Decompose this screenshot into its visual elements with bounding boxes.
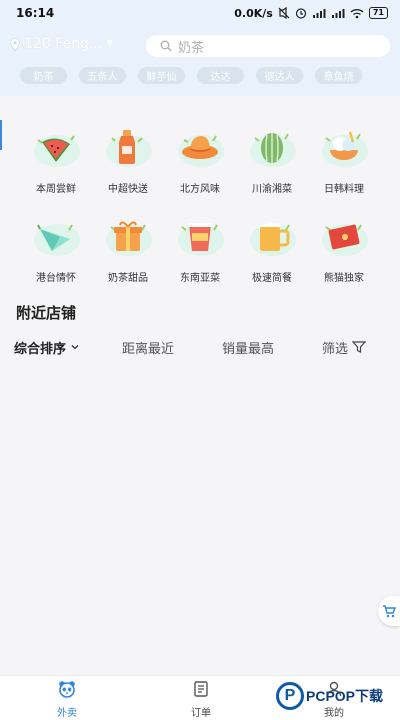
category-label: 川渝湘菜 <box>252 184 292 195</box>
hot-search-chip[interactable]: 章鱼烧 <box>315 67 362 84</box>
watermark-text: PCPOP下载 <box>306 688 384 704</box>
watermark-p-icon: P <box>276 682 304 710</box>
order-list-icon <box>194 681 208 697</box>
cart-icon <box>383 605 396 618</box>
tab-orders-label: 订单 <box>191 708 211 719</box>
network-speed: 0.0K/s <box>234 6 273 20</box>
category-label: 北方风味 <box>180 184 220 195</box>
icecream-icon <box>322 131 368 167</box>
category-item[interactable]: 熊猫独家 <box>308 213 380 284</box>
tab-orders[interactable]: 订单 <box>171 680 231 719</box>
category-item[interactable]: 港台情怀 <box>20 213 92 284</box>
edge-accent <box>0 120 2 150</box>
category-item[interactable]: 川渝湘菜 <box>236 124 308 195</box>
search-icon <box>160 40 172 52</box>
sort-comprehensive[interactable]: 综合排序 <box>14 338 80 357</box>
category-label: 熊猫独家 <box>324 273 364 284</box>
filter-button[interactable]: 筛选 <box>322 338 367 357</box>
filter-label: 筛选 <box>322 341 349 357</box>
category-label: 奶茶甜品 <box>108 273 148 284</box>
header: 16:14 0.0K/s 71 120 Feng... ▼ 奶茶 奶茶 五条人 … <box>0 0 400 96</box>
sort-distance-label: 距离最近 <box>122 341 175 357</box>
nearby-title: 附近店铺 <box>16 304 77 322</box>
hot-search-chip[interactable]: 鲜芋仙 <box>138 67 185 84</box>
panda-icon <box>59 681 75 698</box>
hat-icon <box>178 135 224 167</box>
category-label: 极速简餐 <box>252 273 292 284</box>
hot-search-chip[interactable]: 奶茶 <box>20 67 67 84</box>
hot-search-chip[interactable]: 五条人 <box>79 67 126 84</box>
category-item[interactable]: 奶茶甜品 <box>92 213 164 284</box>
category-label: 本周尝鲜 <box>36 184 76 195</box>
beer-icon <box>250 222 296 256</box>
category-grid: 本周尝鲜 中超快送 北方风味 川渝湘菜 日韩料理 港台情怀 奶茶甜品 东南亚菜 … <box>20 124 380 284</box>
umbrella-icon <box>34 224 80 256</box>
watermelon-icon <box>34 135 80 167</box>
hot-search-chip[interactable]: 德达人 <box>256 67 303 84</box>
hot-search-chip[interactable]: 达达 <box>197 67 244 84</box>
signal-icon <box>331 8 345 18</box>
category-item[interactable]: 东南亚菜 <box>164 213 236 284</box>
location-selector[interactable]: 120 Feng... ▼ <box>10 36 140 52</box>
watermark-logo: P PCPOP下载 <box>276 682 383 710</box>
category-item[interactable]: 日韩料理 <box>308 124 380 195</box>
bottle-icon <box>106 130 152 167</box>
category-item[interactable]: 本周尝鲜 <box>20 124 92 195</box>
chevron-down-icon <box>71 345 79 350</box>
hot-search-chips: 奶茶 五条人 鲜芋仙 达达 德达人 章鱼烧 <box>20 67 362 84</box>
cart-float-button[interactable] <box>378 596 400 626</box>
mute-icon <box>278 7 290 19</box>
category-label: 中超快送 <box>108 184 148 195</box>
sort-comprehensive-label: 综合排序 <box>14 341 67 357</box>
sort-sales[interactable]: 销量最高 <box>222 338 274 357</box>
tab-takeout-label: 外卖 <box>57 708 77 719</box>
melon-icon <box>250 133 296 167</box>
search-input[interactable]: 奶茶 <box>146 35 390 57</box>
sort-sales-label: 销量最高 <box>222 341 275 357</box>
tab-takeout[interactable]: 外卖 <box>37 680 97 719</box>
category-item[interactable]: 北方风味 <box>164 124 236 195</box>
cup-icon <box>178 223 224 256</box>
status-icons: 0.0K/s 71 <box>234 7 388 20</box>
location-pin-icon <box>10 37 20 51</box>
gift-icon <box>106 221 152 256</box>
sort-bar: 综合排序 距离最近 销量最高 筛选 <box>0 336 400 358</box>
status-bar: 16:14 0.0K/s 71 <box>0 0 400 26</box>
wifi-icon <box>350 8 364 18</box>
category-item[interactable]: 中超快送 <box>92 124 164 195</box>
location-text: 120 Feng... <box>24 36 103 52</box>
redpacket-icon <box>322 224 368 256</box>
chevron-down-icon: ▼ <box>106 39 114 49</box>
category-item[interactable]: 极速简餐 <box>236 213 308 284</box>
category-label: 东南亚菜 <box>180 273 220 284</box>
sort-distance[interactable]: 距离最近 <box>122 338 174 357</box>
filter-icon <box>352 341 367 353</box>
signal-icon <box>312 8 326 18</box>
battery-icon: 71 <box>368 7 388 19</box>
category-label: 港台情怀 <box>36 273 76 284</box>
status-time: 16:14 <box>16 6 55 20</box>
alarm-icon <box>295 8 306 19</box>
category-label: 日韩料理 <box>324 184 364 195</box>
search-placeholder: 奶茶 <box>178 40 205 56</box>
